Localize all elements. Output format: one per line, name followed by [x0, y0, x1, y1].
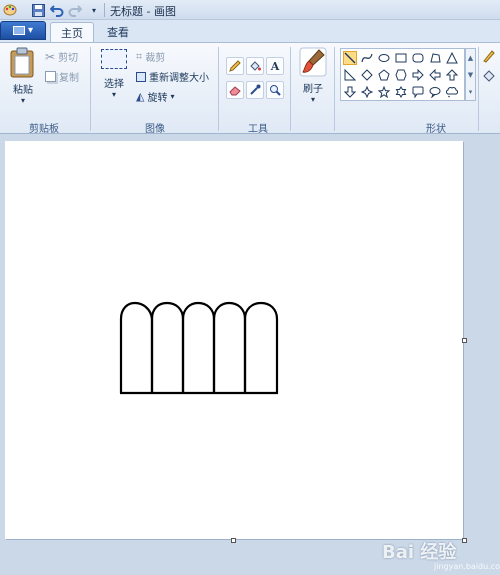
left-arrow-shape[interactable]: [428, 68, 442, 82]
tab-home[interactable]: 主页: [50, 22, 94, 42]
crop-icon: ⌗: [136, 49, 143, 63]
shapes-gallery: [340, 48, 465, 101]
canvas-resize-handle-bottom[interactable]: [231, 538, 236, 543]
chevron-down-icon: ▾: [170, 92, 175, 101]
rectangle-shape[interactable]: [394, 51, 408, 65]
six-point-star-shape[interactable]: [394, 85, 408, 99]
brushes-label: 刷子: [303, 84, 323, 95]
chevron-down-icon: ▾: [310, 95, 315, 104]
menu-icon: [12, 26, 25, 35]
resize-icon: [136, 71, 146, 82]
rotate-label: 旋转: [147, 93, 168, 104]
group-separator: [290, 47, 291, 131]
customize-dropdown-icon[interactable]: ▾: [86, 2, 102, 18]
group-separator: [334, 47, 335, 131]
watermark: Bai 经验: [382, 542, 457, 563]
clipboard-group-label: 剪贴板: [29, 124, 59, 135]
scroll-up-icon[interactable]: ▲: [468, 54, 473, 62]
down-arrow-shape[interactable]: [343, 85, 357, 99]
shapes-scrollbar[interactable]: ▲ ▼ ▾: [465, 48, 476, 101]
rounded-rectangle-shape[interactable]: [411, 51, 425, 65]
magnifier-icon[interactable]: [266, 81, 284, 99]
chevron-down-icon: ▾: [111, 90, 116, 99]
triangle-shape[interactable]: [445, 51, 459, 65]
select-button[interactable]: 选择 ▾: [97, 49, 131, 99]
group-separator: [218, 47, 219, 131]
brushes-button[interactable]: 刷子 ▾: [296, 47, 330, 104]
eraser-icon[interactable]: [226, 81, 244, 99]
paint-palette-icon[interactable]: [2, 2, 18, 18]
selection-rectangle-icon: [101, 49, 127, 69]
crop-label: 裁剪: [145, 53, 166, 64]
up-arrow-shape[interactable]: [445, 68, 459, 82]
title-separator: [104, 3, 105, 17]
color-picker-icon[interactable]: [246, 81, 264, 99]
group-separator: [478, 47, 479, 131]
fence-drawing: [119, 301, 279, 395]
outline-icon[interactable]: [482, 49, 496, 63]
brush-icon: [299, 47, 327, 77]
pencil-icon[interactable]: [226, 57, 244, 75]
save-icon[interactable]: [30, 2, 46, 18]
fill-icon[interactable]: [482, 69, 496, 83]
rotate-icon: ◭: [136, 90, 145, 103]
scissors-icon: ✂: [45, 49, 56, 64]
oval-callout-shape[interactable]: [428, 85, 442, 99]
fill-bucket-icon[interactable]: [246, 57, 264, 75]
expand-gallery-icon[interactable]: ▾: [469, 88, 473, 96]
rounded-callout-shape[interactable]: [411, 85, 425, 99]
paste-button[interactable]: 粘贴 ▾: [6, 47, 40, 105]
crop-button[interactable]: ⌗ 裁剪: [136, 49, 166, 65]
five-point-star-shape[interactable]: [377, 85, 391, 99]
chevron-down-icon: ▾: [27, 25, 34, 36]
pentagon-shape[interactable]: [377, 68, 391, 82]
polygon-shape[interactable]: [428, 51, 442, 65]
undo-icon[interactable]: [49, 2, 65, 18]
resize-button[interactable]: 重新调整大小: [136, 69, 209, 84]
redo-icon[interactable]: [67, 2, 83, 18]
diamond-shape[interactable]: [360, 68, 374, 82]
oval-shape[interactable]: [377, 51, 391, 65]
drawing-canvas[interactable]: [5, 141, 463, 539]
group-separator: [90, 47, 91, 131]
copy-button[interactable]: 复制: [45, 69, 79, 84]
cut-label: 剪切: [58, 53, 79, 64]
tab-view[interactable]: 查看: [97, 22, 139, 42]
text-icon[interactable]: A: [266, 57, 284, 75]
copy-label: 复制: [59, 73, 79, 84]
right-arrow-shape[interactable]: [411, 68, 425, 82]
cloud-callout-shape[interactable]: [445, 85, 459, 99]
resize-label: 重新调整大小: [149, 73, 209, 84]
shapes-group-label: 形状: [426, 124, 446, 135]
right-triangle-shape[interactable]: [343, 68, 357, 82]
chevron-down-icon: ▾: [20, 96, 25, 105]
clipboard-icon: [10, 47, 34, 78]
copy-icon: [45, 71, 56, 82]
paint-menu-button[interactable]: ▾: [0, 21, 46, 40]
paste-label: 粘贴: [13, 85, 33, 96]
curve-shape[interactable]: [360, 51, 374, 65]
window-title: 无标题 - 画图: [110, 5, 176, 18]
canvas-resize-handle-right[interactable]: [462, 338, 467, 343]
scroll-down-icon[interactable]: ▼: [468, 71, 473, 79]
select-label: 选择: [104, 79, 124, 90]
line-shape[interactable]: [343, 51, 357, 65]
cut-button[interactable]: ✂ 剪切: [45, 49, 79, 65]
image-group-label: 图像: [145, 124, 165, 135]
watermark-subtext: jingyan.baidu.com: [434, 562, 500, 571]
four-point-star-shape[interactable]: [360, 85, 374, 99]
canvas-resize-handle-corner[interactable]: [462, 538, 467, 543]
tools-group-label: 工具: [248, 124, 268, 135]
rotate-button[interactable]: ◭ 旋转 ▾: [136, 89, 174, 104]
hexagon-shape[interactable]: [394, 68, 408, 82]
title-bar: ▾ 无标题 - 画图: [0, 0, 500, 20]
